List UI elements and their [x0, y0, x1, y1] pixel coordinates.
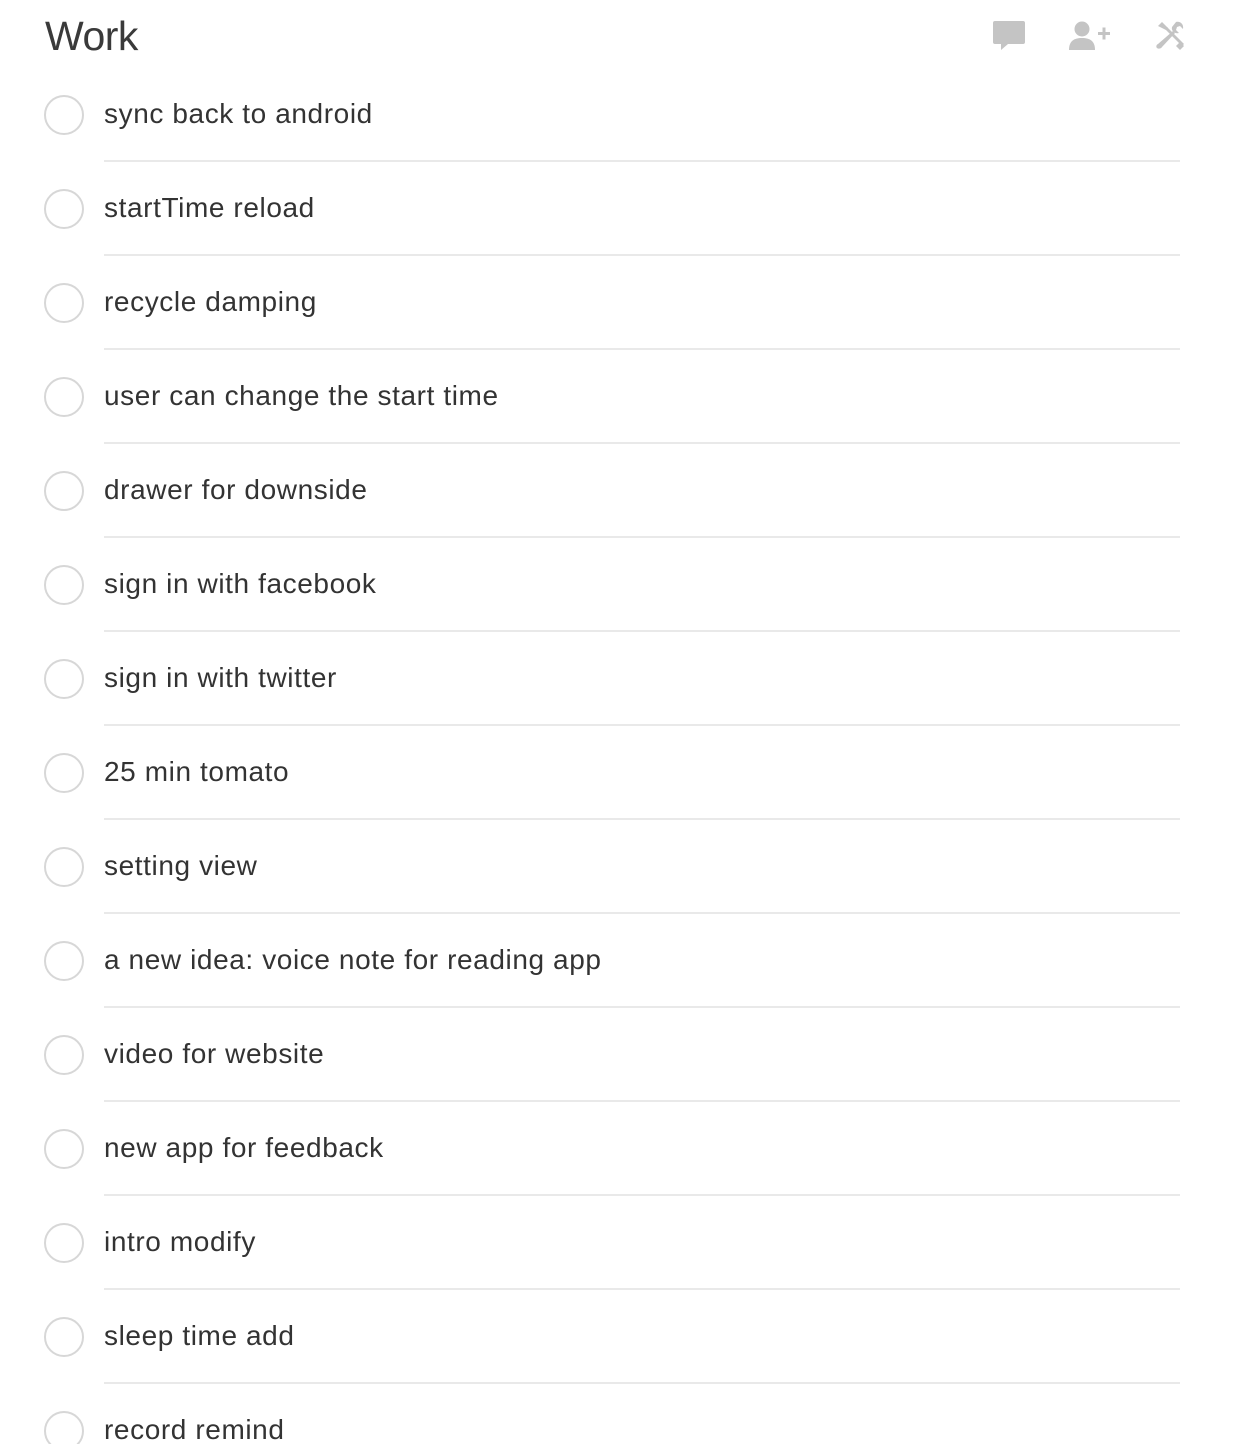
task-complete-checkbox[interactable]: [44, 471, 84, 511]
task-label[interactable]: startTime reload: [104, 190, 315, 226]
task-list-page: Work sync back to android startTime relo…: [0, 0, 1246, 1444]
tools-icon: [1154, 20, 1186, 52]
comment-bubble-icon: [992, 20, 1026, 52]
list-settings-button[interactable]: [1148, 14, 1192, 58]
task-complete-checkbox[interactable]: [44, 189, 84, 229]
task-row[interactable]: intro modify: [0, 1196, 1246, 1290]
task-label[interactable]: sync back to android: [104, 96, 373, 132]
task-complete-checkbox[interactable]: [44, 941, 84, 981]
task-row[interactable]: sign in with twitter: [0, 632, 1246, 726]
task-row[interactable]: sleep time add: [0, 1290, 1246, 1384]
task-row[interactable]: sign in with facebook: [0, 538, 1246, 632]
task-label[interactable]: sleep time add: [104, 1318, 295, 1354]
task-complete-checkbox[interactable]: [44, 1223, 84, 1263]
task-complete-checkbox[interactable]: [44, 1317, 84, 1357]
task-row[interactable]: new app for feedback: [0, 1102, 1246, 1196]
task-row[interactable]: 25 min tomato: [0, 726, 1246, 820]
task-row[interactable]: recycle damping: [0, 256, 1246, 350]
task-complete-checkbox[interactable]: [44, 753, 84, 793]
task-complete-checkbox[interactable]: [44, 1035, 84, 1075]
task-label[interactable]: video for website: [104, 1036, 324, 1072]
task-row[interactable]: record remind: [0, 1384, 1246, 1444]
task-label[interactable]: 25 min tomato: [104, 754, 289, 790]
list-title: Work: [45, 13, 138, 59]
share-list-button[interactable]: [1068, 14, 1112, 58]
task-row[interactable]: user can change the start time: [0, 350, 1246, 444]
add-person-icon: [1068, 20, 1112, 52]
task-row[interactable]: sync back to android: [0, 68, 1246, 162]
task-label[interactable]: sign in with twitter: [104, 660, 337, 696]
task-complete-checkbox[interactable]: [44, 1411, 84, 1444]
task-complete-checkbox[interactable]: [44, 283, 84, 323]
task-complete-checkbox[interactable]: [44, 847, 84, 887]
task-complete-checkbox[interactable]: [44, 565, 84, 605]
task-row[interactable]: video for website: [0, 1008, 1246, 1102]
task-row[interactable]: startTime reload: [0, 162, 1246, 256]
task-label[interactable]: new app for feedback: [104, 1130, 384, 1166]
task-list: sync back to android startTime reload recy…: [0, 68, 1246, 1444]
list-header: Work: [0, 0, 1246, 72]
task-label[interactable]: intro modify: [104, 1224, 256, 1260]
task-label[interactable]: sign in with facebook: [104, 566, 377, 602]
task-label[interactable]: record remind: [104, 1412, 285, 1444]
task-complete-checkbox[interactable]: [44, 377, 84, 417]
task-label[interactable]: drawer for downside: [104, 472, 368, 508]
task-label[interactable]: setting view: [104, 848, 258, 884]
task-complete-checkbox[interactable]: [44, 659, 84, 699]
task-row[interactable]: drawer for downside: [0, 444, 1246, 538]
task-complete-checkbox[interactable]: [44, 95, 84, 135]
task-row[interactable]: setting view: [0, 820, 1246, 914]
task-label[interactable]: user can change the start time: [104, 378, 499, 414]
task-label[interactable]: recycle damping: [104, 284, 317, 320]
comments-button[interactable]: [987, 14, 1031, 58]
task-complete-checkbox[interactable]: [44, 1129, 84, 1169]
task-label[interactable]: a new idea: voice note for reading app: [104, 942, 602, 978]
task-row[interactable]: a new idea: voice note for reading app: [0, 914, 1246, 1008]
